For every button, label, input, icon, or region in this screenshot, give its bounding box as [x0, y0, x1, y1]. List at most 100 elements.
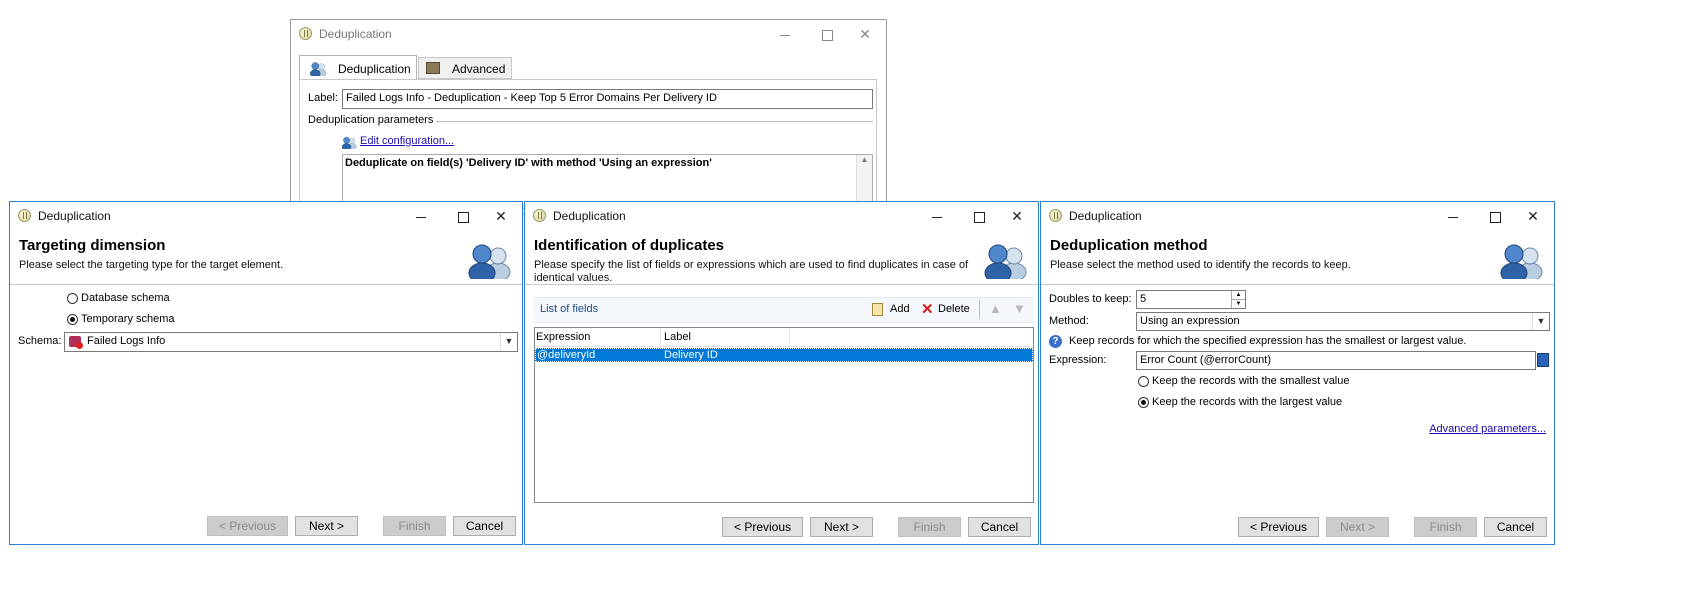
method-label: Method: — [1049, 315, 1089, 327]
close-icon[interactable]: ✕ — [486, 206, 516, 226]
column-expression[interactable]: Expression — [536, 331, 590, 343]
temporary-schema-radio[interactable] — [67, 314, 78, 325]
temporary-schema-label: Temporary schema — [81, 313, 175, 325]
maximize-icon[interactable] — [964, 206, 994, 226]
column-divider — [789, 328, 790, 346]
users-icon — [341, 136, 357, 149]
app-icon — [18, 209, 31, 222]
column-label[interactable]: Label — [664, 331, 691, 343]
previous-button[interactable]: < Previous — [1238, 517, 1319, 537]
wizard-header: Deduplication method Please select the m… — [1041, 231, 1554, 285]
window-title: Deduplication — [1069, 209, 1142, 223]
column-divider — [660, 328, 661, 346]
users-icon — [468, 244, 511, 279]
stepper-down-icon[interactable]: ▼ — [1231, 300, 1245, 308]
method-select[interactable]: Using an expression ▼ — [1136, 312, 1550, 331]
move-up-icon[interactable]: ▲ — [989, 301, 1002, 316]
cancel-button[interactable]: Cancel — [453, 516, 516, 536]
table-row[interactable]: @deliveryId Delivery ID — [535, 348, 1033, 362]
next-button[interactable]: Next > — [1326, 517, 1389, 537]
list-title: List of fields — [540, 303, 599, 315]
maximize-icon[interactable] — [1480, 206, 1510, 226]
chevron-down-icon[interactable]: ▼ — [500, 333, 517, 350]
add-button[interactable]: Add — [890, 303, 910, 315]
next-button[interactable]: Next > — [810, 517, 873, 537]
users-icon — [1500, 244, 1543, 279]
doubles-value: 5 — [1140, 293, 1147, 305]
list-toolbar: List of fields Add ✕ Delete ▲ ▼ — [534, 297, 1034, 323]
close-icon[interactable]: ✕ — [850, 24, 880, 44]
chevron-down-icon[interactable]: ▼ — [1532, 313, 1549, 330]
deduplication-method-window: Deduplication ✕ Deduplication method Ple… — [1040, 201, 1555, 545]
doubles-to-keep-stepper[interactable]: 5 ▲ ▼ — [1136, 290, 1246, 309]
minimize-icon[interactable] — [770, 24, 800, 44]
row-label: Delivery ID — [664, 349, 718, 361]
fields-list: Expression Label @deliveryId Delivery ID — [534, 327, 1034, 503]
next-button[interactable]: Next > — [295, 516, 358, 536]
delete-button[interactable]: Delete — [938, 303, 970, 315]
maximize-icon[interactable] — [448, 206, 478, 226]
minimize-icon[interactable] — [1438, 206, 1468, 226]
users-icon — [309, 62, 327, 76]
window-title: Deduplication — [553, 209, 626, 223]
app-icon — [299, 27, 312, 40]
previous-button[interactable]: < Previous — [207, 516, 288, 536]
edit-configuration-link[interactable]: Edit configuration... — [360, 135, 454, 147]
title-bar[interactable]: Deduplication ✕ — [525, 202, 1038, 231]
minimize-icon[interactable] — [406, 206, 436, 226]
finish-button[interactable]: Finish — [383, 516, 446, 536]
header-subtitle: Please select the method used to identif… — [1050, 259, 1351, 271]
header-title: Targeting dimension — [19, 237, 166, 254]
add-icon — [872, 303, 883, 316]
tab-deduplication[interactable]: Deduplication — [299, 55, 417, 80]
smallest-value-label: Keep the records with the smallest value — [1152, 375, 1350, 387]
tab-label: Deduplication — [338, 62, 411, 76]
tab-advanced[interactable]: Advanced — [418, 57, 512, 79]
title-bar[interactable]: Deduplication ✕ — [1041, 202, 1554, 231]
help-icon: ? — [1049, 335, 1062, 348]
label-input[interactable]: Failed Logs Info - Deduplication - Keep … — [342, 89, 873, 109]
minimize-icon[interactable] — [922, 206, 952, 226]
expression-label: Expression: — [1049, 354, 1107, 366]
expression-value: Error Count (@errorCount) — [1140, 354, 1271, 366]
window-title: Deduplication — [319, 27, 392, 41]
label-caption: Label: — [308, 92, 338, 104]
cancel-button[interactable]: Cancel — [1484, 517, 1547, 537]
title-bar[interactable]: Deduplication ✕ — [10, 202, 522, 231]
smallest-value-radio[interactable] — [1138, 376, 1149, 387]
users-icon — [984, 244, 1027, 279]
window-title: Deduplication — [38, 209, 111, 223]
expression-input[interactable]: Error Count (@errorCount) — [1136, 351, 1536, 370]
stepper-up-icon[interactable]: ▲ — [1231, 291, 1245, 300]
identification-of-duplicates-window: Deduplication ✕ Identification of duplic… — [524, 201, 1039, 545]
previous-button[interactable]: < Previous — [722, 517, 803, 537]
deduplication-main-window: Deduplication ✕ Deduplication Advanced L… — [290, 19, 887, 214]
move-down-icon[interactable]: ▼ — [1013, 301, 1026, 316]
header-title: Identification of duplicates — [534, 237, 725, 254]
largest-value-label: Keep the records with the largest value — [1152, 396, 1343, 408]
section-divider — [436, 121, 873, 122]
finish-button[interactable]: Finish — [898, 517, 961, 537]
schema-select[interactable]: Failed Logs Info ▼ — [64, 332, 518, 352]
doubles-to-keep-label: Doubles to keep: — [1049, 293, 1132, 305]
app-icon — [533, 209, 546, 222]
database-schema-radio[interactable] — [67, 293, 78, 304]
advanced-icon — [426, 62, 440, 74]
header-title: Deduplication method — [1050, 237, 1208, 254]
summary-text: Deduplicate on field(s) 'Delivery ID' wi… — [345, 157, 712, 169]
app-icon — [1049, 209, 1062, 222]
method-value: Using an expression — [1140, 315, 1240, 327]
largest-value-radio[interactable] — [1138, 397, 1149, 408]
maximize-icon[interactable] — [812, 24, 842, 44]
advanced-parameters-link[interactable]: Advanced parameters... — [1429, 423, 1546, 435]
title-bar[interactable]: Deduplication ✕ — [291, 20, 886, 49]
finish-button[interactable]: Finish — [1414, 517, 1477, 537]
close-icon[interactable]: ✕ — [1002, 206, 1032, 226]
close-icon[interactable]: ✕ — [1518, 206, 1548, 226]
cancel-button[interactable]: Cancel — [968, 517, 1031, 537]
tab-label: Advanced — [452, 62, 506, 76]
database-schema-label: Database schema — [81, 292, 170, 304]
help-text: Keep records for which the specified exp… — [1069, 335, 1467, 347]
list-header: Expression Label — [535, 328, 1033, 347]
expression-editor-icon[interactable] — [1537, 353, 1549, 367]
